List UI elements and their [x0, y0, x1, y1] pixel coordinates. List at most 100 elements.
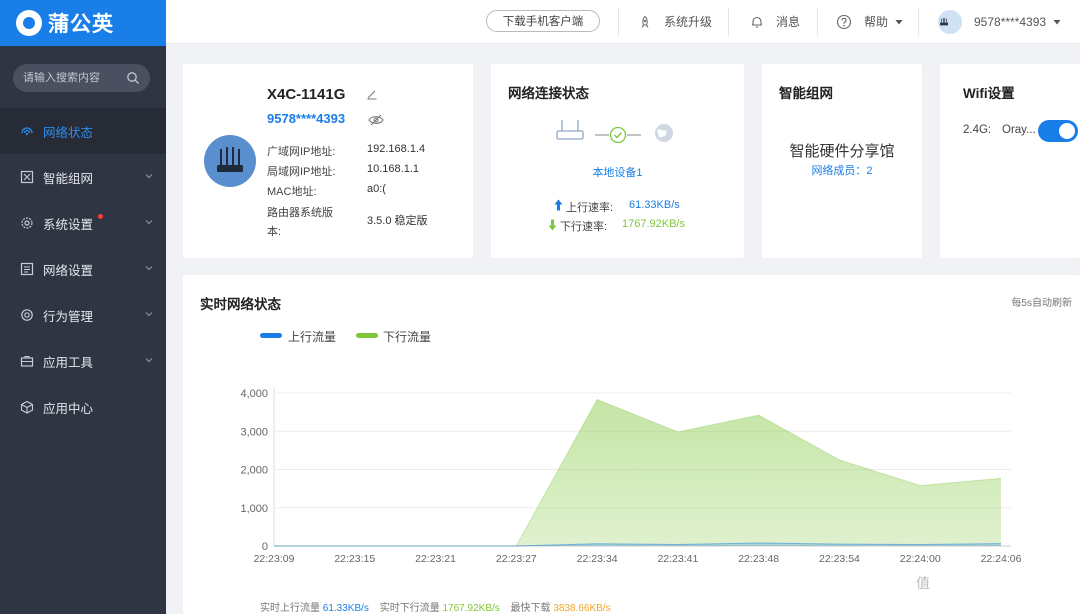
sidebar-item-system-settings[interactable]: 系统设置 — [0, 200, 166, 246]
wifi-band-label: 2.4G: — [963, 124, 992, 136]
refresh-note: 每5s自动刷新 — [1011, 298, 1072, 309]
edit-icon[interactable] — [366, 88, 378, 100]
router-avatar — [204, 135, 256, 187]
search-icon[interactable] — [126, 71, 140, 85]
sidebar-item-app-center[interactable]: 应用中心 — [0, 384, 166, 430]
sidebar-item-label: 网络状态 — [43, 125, 94, 140]
search-box — [13, 64, 150, 92]
x-tick-label: 22:23:54 — [819, 553, 860, 565]
mesh-members[interactable]: 网络成员：2 — [762, 162, 922, 178]
device-sn: 9578****4393 — [267, 111, 346, 126]
router-icon — [217, 147, 243, 172]
legend-download-label[interactable]: 下行流量 — [383, 328, 431, 345]
firmware-label: 路由器系统版 — [267, 207, 333, 219]
brand-name: 蒲公英 — [48, 13, 114, 36]
legend-download-swatch — [356, 333, 378, 338]
sidebar-nav: 网络状态 智能组网 系统设置 网络设置 行为管理 应用工具 应用中心 — [0, 108, 166, 430]
gear-icon — [20, 216, 34, 230]
device-card: X4C-1141G 9578****4393 广域网IP地址: 192.168.… — [183, 64, 473, 258]
hide-eye-icon[interactable] — [368, 114, 384, 126]
user-menu[interactable]: 9578****4393 — [938, 10, 1062, 34]
system-upgrade-button[interactable]: 系统升级 — [638, 13, 712, 30]
traffic-chart: 0 1,000 2,000 3,000 4,000 22:23:09 22:23:15 22:… — [240, 387, 1022, 565]
upload-rate-label: 上行速率: — [566, 202, 614, 214]
footer-download-label: 实时下行流量 — [379, 603, 440, 614]
sidebar-item-behavior-management[interactable]: 行为管理 — [0, 292, 166, 338]
lan-ip-label: 局域网IP地址: — [267, 166, 336, 178]
rocket-icon — [641, 15, 649, 28]
y-tick-label: 2,000 — [240, 465, 268, 477]
wifi-toggle[interactable] — [1038, 120, 1078, 142]
target-icon — [20, 308, 34, 322]
realtime-card: 实时网络状态 每5s自动刷新 上行流量 下行流量 0 1,000 2,000 3,00… — [183, 275, 1080, 614]
help-icon — [836, 14, 852, 29]
divider — [618, 8, 619, 36]
globe-icon — [655, 124, 673, 142]
download-app-button[interactable]: 下载手机客户端 — [486, 10, 600, 32]
cube-icon — [20, 400, 34, 414]
upload-rate-value: 61.33KB/s — [629, 199, 680, 211]
chevron-down-icon — [145, 266, 153, 271]
sidebar-item-app-tools[interactable]: 应用工具 — [0, 338, 166, 384]
connection-diagram — [556, 120, 673, 144]
watermark-logo-icon: 值 — [911, 570, 935, 595]
mesh-card: 智能组网 智能硬件分享馆 网络成员：2 — [762, 64, 922, 258]
footer-peak-label: 最快下载 — [510, 603, 551, 614]
sidebar-item-label: 智能组网 — [43, 171, 94, 186]
sidebar-item-label: 网络设置 — [43, 263, 94, 278]
x-tick-label: 22:24:06 — [981, 553, 1022, 565]
notification-badge — [98, 214, 103, 219]
firmware-label-cont: 本: — [267, 226, 282, 238]
chevron-down-icon — [145, 220, 153, 225]
footer-download-value: 1767.92KB/s — [442, 603, 500, 614]
top-bar: 下载手机客户端 系统升级 消息 帮助 9578****4393 — [166, 0, 1080, 44]
mesh-title: 智能组网 — [779, 86, 833, 101]
realtime-title: 实时网络状态 — [200, 297, 281, 312]
brand-logo[interactable]: 蒲公英 — [0, 0, 166, 46]
x-tick-label: 22:23:09 — [254, 553, 295, 565]
sidebar-item-smart-network[interactable]: 智能组网 — [0, 154, 166, 200]
messages-label: 消息 — [776, 15, 801, 29]
x-tick-label: 22:23:27 — [496, 553, 537, 565]
mac-label: MAC地址: — [267, 186, 317, 198]
mesh-network-name: 智能硬件分享馆 — [789, 143, 895, 160]
x-tick-label: 22:23:48 — [738, 553, 779, 565]
divider — [817, 8, 818, 36]
download-rate-label: 下行速率: — [560, 221, 608, 233]
sidebar-item-label: 行为管理 — [43, 309, 94, 324]
chevron-down-icon — [145, 312, 153, 317]
footer-upload-label: 实时上行流量 — [260, 603, 320, 614]
mac-value: a0:( — [367, 183, 386, 195]
toolbox-icon — [20, 354, 34, 368]
realtime-footer: 实时上行流量 61.33KB/s 实时下行流量 1767.92KB/s 最快下载… — [260, 599, 611, 614]
footer-upload-value: 61.33KB/s — [322, 603, 369, 614]
sidebar-item-network-status[interactable]: 网络状态 — [0, 108, 166, 154]
system-upgrade-label: 系统升级 — [664, 15, 713, 29]
divider — [918, 8, 919, 36]
legend-upload-swatch — [260, 333, 282, 338]
sidebar: 蒲公英 网络状态 智能组网 系统设置 网络设置 行为管理 — [0, 0, 166, 614]
caret-down-icon — [1053, 20, 1061, 25]
x-tick-label: 22:23:21 — [415, 553, 456, 565]
sidebar-item-label: 系统设置 — [43, 217, 94, 232]
messages-button[interactable]: 消息 — [750, 13, 800, 30]
bell-icon — [752, 16, 762, 28]
x-tick-label: 22:23:41 — [657, 553, 698, 565]
legend-upload-label[interactable]: 上行流量 — [288, 328, 336, 345]
help-button[interactable]: 帮助 — [836, 13, 904, 30]
signal-icon — [20, 124, 34, 138]
watermark-text: 什么值得买 — [942, 574, 1042, 596]
wifi-card: Wifi设置 2.4G: Oray... — [940, 64, 1080, 258]
download-series-area — [274, 399, 1001, 546]
search-input[interactable] — [23, 72, 126, 84]
list-icon — [20, 262, 34, 276]
chevron-down-icon — [145, 174, 153, 179]
y-tick-label: 0 — [262, 541, 268, 553]
router-icon — [556, 120, 584, 140]
arrow-up-icon — [554, 199, 563, 211]
sidebar-item-label: 应用工具 — [43, 355, 94, 370]
sidebar-item-network-settings[interactable]: 网络设置 — [0, 246, 166, 292]
local-device-link[interactable]: 本地设备1 — [491, 164, 744, 180]
svg-text:值: 值 — [916, 575, 930, 591]
divider — [728, 8, 729, 36]
